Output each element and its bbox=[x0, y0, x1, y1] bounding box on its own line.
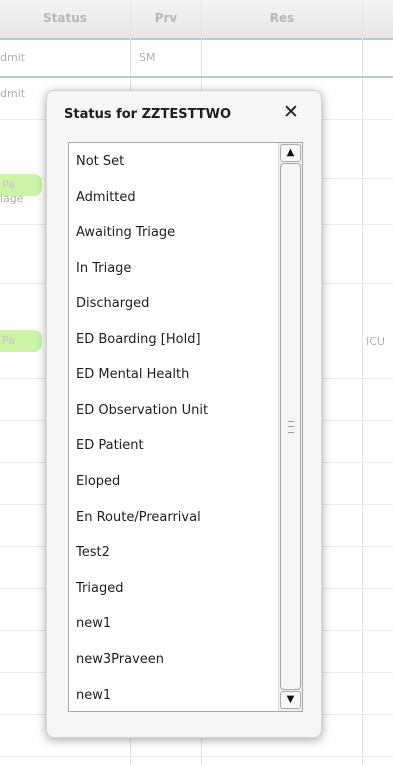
status-option[interactable]: Test2 bbox=[76, 543, 110, 563]
table-row[interactable]: dmit SM bbox=[0, 40, 393, 78]
status-popup: Status for ZZTESTTWO ✕ Not Set Admitted … bbox=[46, 90, 322, 738]
scroll-down-arrow-icon[interactable]: ▼ bbox=[280, 691, 301, 709]
status-option[interactable]: ED Boarding [Hold] bbox=[76, 330, 201, 350]
status-option[interactable]: Not Set bbox=[76, 152, 124, 172]
column-header-status[interactable]: Status bbox=[0, 0, 130, 38]
scroll-up-arrow-icon[interactable]: ▲ bbox=[280, 144, 301, 162]
status-option[interactable]: Awaiting Triage bbox=[76, 223, 175, 243]
status-option[interactable]: En Route/Prearrival bbox=[76, 508, 201, 528]
status-option[interactable]: new1 bbox=[76, 614, 111, 634]
close-icon[interactable]: ✕ bbox=[280, 101, 302, 123]
popup-title: Status for ZZTESTTWO bbox=[64, 107, 231, 122]
status-option[interactable]: Triaged bbox=[76, 579, 123, 599]
resource-cell: ICU bbox=[366, 335, 385, 348]
status-option[interactable]: new3Praveen bbox=[76, 650, 164, 670]
status-option[interactable]: Admitted bbox=[76, 188, 136, 208]
status-listbox[interactable]: Not Set Admitted Awaiting Triage In Tria… bbox=[68, 142, 303, 712]
status-option[interactable]: ED Mental Health bbox=[76, 365, 189, 385]
grid-header: Status Prv Res bbox=[0, 0, 393, 40]
status-option[interactable]: ED Observation Unit bbox=[76, 401, 208, 421]
status-option[interactable]: Eloped bbox=[76, 472, 120, 492]
column-header-prv[interactable]: Prv bbox=[131, 0, 201, 38]
provider-cell: SM bbox=[139, 51, 156, 64]
grip-icon bbox=[288, 421, 294, 433]
status-cell: dmit bbox=[0, 87, 26, 100]
listbox-scrollbar[interactable]: ▲ ▼ bbox=[278, 143, 302, 711]
status-cell: iage bbox=[0, 192, 24, 205]
status-cell: dmit bbox=[0, 51, 26, 64]
status-badge: Pa bbox=[0, 330, 42, 352]
status-option[interactable]: Discharged bbox=[76, 294, 149, 314]
scroll-thumb[interactable] bbox=[280, 163, 301, 690]
status-option[interactable]: new1 bbox=[76, 686, 111, 706]
status-option[interactable]: In Triage bbox=[76, 259, 131, 279]
status-option[interactable]: ED Patient bbox=[76, 436, 144, 456]
column-header-res[interactable]: Res bbox=[202, 0, 362, 38]
